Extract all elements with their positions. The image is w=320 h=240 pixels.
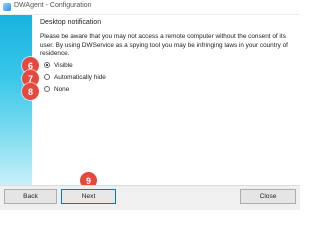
title-bar: DWAgent - Configuration <box>0 0 300 15</box>
side-accent-panel <box>0 15 32 185</box>
dwagent-configuration-window: DWAgent - Configuration Desktop notifica… <box>0 0 300 210</box>
radio-visible[interactable] <box>44 62 50 68</box>
step-badge-8: 8 <box>22 83 39 100</box>
option-visible[interactable]: Visible <box>44 60 73 70</box>
option-automatically-hide[interactable]: Automatically hide <box>44 72 106 82</box>
consent-warning-text: Please be aware that you may not access … <box>40 33 288 58</box>
radio-automatically-hide[interactable] <box>44 74 50 80</box>
app-icon <box>3 3 11 11</box>
section-heading: Desktop notification <box>40 19 102 26</box>
close-button[interactable]: Close <box>240 189 296 204</box>
window-title: DWAgent - Configuration <box>14 2 92 9</box>
radio-none[interactable] <box>44 86 50 92</box>
option-automatically-hide-label: Automatically hide <box>54 73 106 81</box>
option-none[interactable]: None <box>44 84 69 94</box>
option-visible-label: Visible <box>54 61 73 69</box>
back-button[interactable]: Back <box>4 189 57 204</box>
option-none-label: None <box>54 85 70 93</box>
next-button[interactable]: Next <box>61 189 116 204</box>
